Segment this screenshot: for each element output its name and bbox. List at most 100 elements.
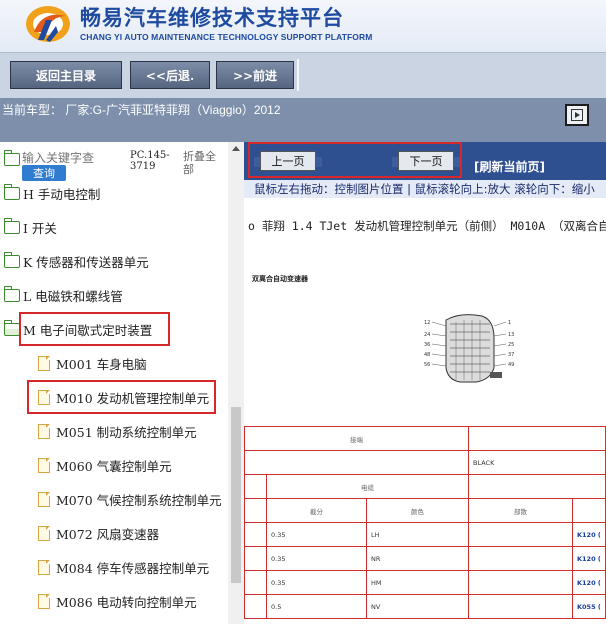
document-icon <box>38 525 50 541</box>
tree-item-h[interactable]: H 手动电控制 <box>0 178 100 208</box>
vehicle-info-bar: 当前车型： 厂家:G-广汽菲亚特菲翔（Viaggio）2012 <box>0 98 606 142</box>
folder-icon <box>4 183 20 200</box>
table-cell: NR <box>366 546 469 571</box>
page-nav-bar: 上一页 下一页 [刷新当前页] <box>244 142 606 180</box>
current-vehicle-label: 当前车型： 厂家:G-广汽菲亚特菲翔（Viaggio）2012 <box>2 103 281 117</box>
folder-open-icon <box>4 319 20 336</box>
table-cell <box>244 594 267 619</box>
table-cell: K120 ( <box>572 546 606 571</box>
pin-label: 25 <box>508 342 514 348</box>
tree-item-m070[interactable]: M070 气候控制系统控制单元 <box>0 484 222 514</box>
table-row: 0.35 HM K120 ( <box>244 570 606 595</box>
table-cell <box>468 570 573 595</box>
tree-item-label: M070 气候控制系统控制单元 <box>56 492 222 508</box>
tree-item-m060[interactable]: M060 气囊控制单元 <box>0 450 172 480</box>
table-cell <box>244 474 267 499</box>
tree-item-label: M060 气囊控制单元 <box>56 458 172 474</box>
tree-scrollbar[interactable] <box>228 142 244 624</box>
table-header: 颜色 <box>366 498 469 523</box>
table-row: 0.5 NV K055 ( <box>244 594 606 619</box>
folder-icon <box>4 150 20 166</box>
table-cell <box>468 594 573 619</box>
search-button[interactable]: 查询 <box>22 165 66 181</box>
tree-item-label: M084 停车传感器控制单元 <box>56 560 210 576</box>
table-row: 0.35 NR K120 ( <box>244 546 606 571</box>
scroll-up-icon[interactable] <box>232 146 240 151</box>
tree-item-k[interactable]: K 传感器和传送器单元 <box>0 246 149 276</box>
table-row: 接端 <box>244 426 606 451</box>
table-cell: NV <box>366 594 469 619</box>
brand-title: 畅易汽车维修技术支持平台 <box>80 6 344 30</box>
hint-bar: 鼠标左右拖动：控制图片位置 | 鼠标滚轮向上:放大 滚轮向下：缩小 <box>244 180 606 198</box>
table-cell: 0.35 <box>266 522 367 547</box>
pin-table: 接端 BLACK 电缆 截分 颜色 部散 0.35 LH K120 (0.35… <box>244 426 606 619</box>
document-viewer: 上一页 下一页 [刷新当前页] 鼠标左右拖动：控制图片位置 | 鼠标滚轮向上:放… <box>244 142 606 624</box>
tree-item-label: M072 风扇变速器 <box>56 526 160 542</box>
highlight-box <box>27 380 216 414</box>
pin-label: 24 <box>424 332 430 338</box>
scrollbar-thumb[interactable] <box>231 407 241 583</box>
table-cell: HM <box>366 570 469 595</box>
connector-diagram: 12 24 36 48 56 1 13 25 37 49 <box>424 314 514 383</box>
back-button[interactable]: <<后退. <box>130 61 210 89</box>
table-cell <box>468 522 573 547</box>
highlight-box <box>19 312 170 346</box>
document-icon <box>38 593 50 609</box>
table-header: 接端 <box>244 426 469 451</box>
app-header: 畅易汽车维修技术支持平台 CHANG YI AUTO MAINTENANCE T… <box>0 0 606 52</box>
toolbar-divider <box>297 59 299 91</box>
collapse-all-button[interactable]: 折叠全部 <box>183 150 223 176</box>
refresh-page-link[interactable]: [刷新当前页] <box>474 158 545 175</box>
table-cell: 0.5 <box>266 594 367 619</box>
connector-body <box>445 314 502 383</box>
table-cell <box>572 498 606 523</box>
prev-page-button[interactable]: 上一页 <box>254 151 322 171</box>
tree-item-label: M001 车身电脑 <box>56 356 147 372</box>
pin-label: 37 <box>508 352 514 358</box>
table-cell: LH <box>366 522 469 547</box>
tree-item-m086[interactable]: M086 电动转向控制单元 <box>0 586 197 616</box>
document-icon <box>38 491 50 507</box>
tree-item-m051[interactable]: M051 制动系统控制单元 <box>0 416 197 446</box>
table-row: 截分 颜色 部散 <box>244 498 606 523</box>
table-header <box>468 426 606 451</box>
pin-label: 48 <box>424 352 430 358</box>
table-cell: 0.35 <box>266 546 367 571</box>
document-icon <box>38 457 50 473</box>
panel-toggle-button[interactable] <box>565 104 589 126</box>
table-row: 0.35 LH K120 ( <box>244 522 606 547</box>
tree-item-label: K 传感器和传送器单元 <box>23 254 149 270</box>
document-icon <box>38 355 50 371</box>
tree-item-m001[interactable]: M001 车身电脑 <box>0 348 147 378</box>
next-page-button[interactable]: 下一页 <box>392 151 460 171</box>
swirl-logo-icon <box>26 6 70 42</box>
table-row: 电缆 <box>244 474 606 499</box>
table-header: 截分 <box>266 498 367 523</box>
wiring-document[interactable]: o 菲翔 1.4 TJet 发动机管理控制单元（前侧） M010A （双离合自 … <box>244 198 606 624</box>
document-icon <box>38 423 50 439</box>
pin-label: 56 <box>424 362 430 368</box>
tree-item-i[interactable]: I 开关 <box>0 212 57 242</box>
pc-code-label: PC.145-3719 <box>130 150 170 172</box>
folder-icon <box>4 285 20 302</box>
tree-item-m084[interactable]: M084 停车传感器控制单元 <box>0 552 209 582</box>
tree-item-m072[interactable]: M072 风扇变速器 <box>0 518 159 548</box>
tree-item-label: L 电磁铁和螺线管 <box>23 288 123 304</box>
table-cell: K120 ( <box>572 522 606 547</box>
table-cell <box>244 570 267 595</box>
table-cell <box>244 546 267 571</box>
table-cell <box>468 474 606 499</box>
tree-item-label: M051 制动系统控制单元 <box>56 424 197 440</box>
home-button[interactable]: 返回主目录 <box>10 61 122 89</box>
table-cell: 0.35 <box>266 570 367 595</box>
document-subtitle: 双离合自动变速器 <box>252 275 308 283</box>
forward-button[interactable]: >>前进 <box>216 61 294 89</box>
pin-label: 36 <box>424 342 430 348</box>
tree-item-label: I 开关 <box>23 220 57 236</box>
tree-item-l[interactable]: L 电磁铁和螺线管 <box>0 280 123 310</box>
tree-item-label: M086 电动转向控制单元 <box>56 594 197 610</box>
table-cell: BLACK <box>468 450 606 475</box>
table-header: 电缆 <box>266 474 469 499</box>
pin-label: 49 <box>508 362 514 368</box>
search-input[interactable] <box>22 151 118 165</box>
